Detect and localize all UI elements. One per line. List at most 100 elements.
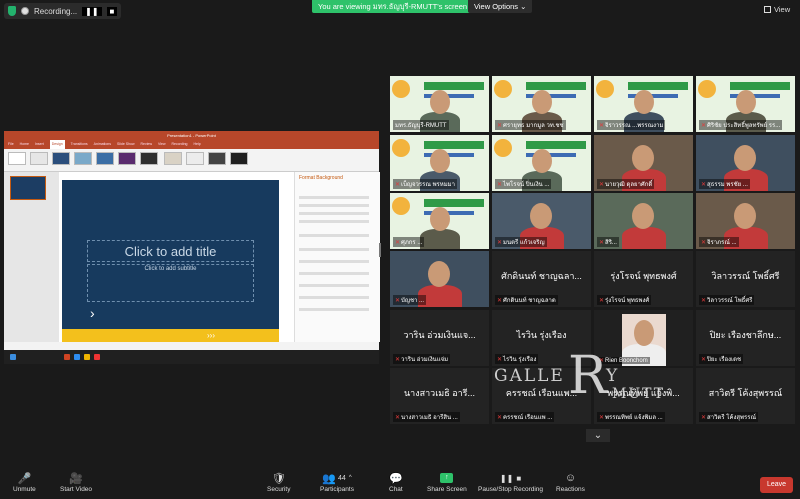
participant-name: ✕มนตรี แก้วเจริญ (495, 237, 547, 247)
security-button[interactable]: 🛡 Security (267, 470, 290, 494)
stop-recording-icon[interactable]: ■ (106, 6, 118, 16)
splitter-handle[interactable] (379, 243, 381, 257)
participant-tile[interactable]: ✕เบ็ญจวรรณ พรหมมา (390, 135, 489, 191)
theme-thumb[interactable] (74, 152, 92, 165)
participant-tile[interactable]: มทร.ธัญบุรี-RMUTT (390, 76, 489, 132)
participant-name: ✕นายวุฒิ ดุลยาศักดิ์ (597, 179, 655, 189)
participant-name-label: จิราภรณ์ ... (707, 240, 737, 246)
variant-thumb[interactable] (208, 152, 226, 165)
muted-mic-icon: ✕ (497, 240, 503, 246)
participant-display-name: วาริน อ่วมเงินแจ... (403, 330, 476, 340)
reactions-button[interactable]: ☺ Reactions (556, 470, 585, 493)
participant-tile[interactable]: ✕ศิริชัย ประสิทธิ์พูลทรัพย์ รร... (696, 76, 795, 132)
participant-tile[interactable]: ✕ศุภกร ... (390, 193, 489, 249)
participant-tile[interactable]: ปิยะ เรืองชาลึกษ... ✕ปิยะ เรืองเดช (696, 310, 795, 366)
participant-tile[interactable]: ✕สุธรรม พรชัย ... (696, 135, 795, 191)
participant-display-name: สาวิตรี โค้งสุพรรณ์ (708, 388, 783, 398)
ppt-tab[interactable]: Slide Show (117, 140, 135, 149)
powerpoint-icon[interactable] (64, 354, 70, 360)
participant-display-name: วิลาวรรณ์ โพธิ์ศรี (711, 271, 780, 281)
participant-name: ✕ปิยะ เรืองเดช (699, 354, 744, 364)
participant-tile[interactable]: สาวิตรี โค้งสุพรรณ์ ✕สาวิตรี โค้งสุพรรณ์ (696, 368, 795, 424)
slide-canvas[interactable]: Click to add title Click to add subtitle… (62, 180, 279, 342)
participant-tile[interactable]: ✕สิริ... (594, 193, 693, 249)
slide-subtitle-placeholder[interactable]: Click to add subtitle (87, 264, 254, 302)
participant-tile[interactable]: ศักดินนท์ ชาญฉลา... ✕ศักดินนท์ ชาญฉลาด (492, 251, 591, 307)
ppt-tab[interactable]: Transitions (71, 140, 88, 149)
participant-display-name: ศักดินนท์ ชาญฉลา... (501, 271, 582, 281)
participant-name-label: มนตรี แก้วเจริญ (503, 240, 545, 246)
windows-icon[interactable] (10, 354, 16, 360)
ppt-tab[interactable]: Animations (94, 140, 111, 149)
ppt-tab[interactable]: Review (141, 140, 152, 149)
participant-name: ✕วาริน อ่วมเงินแจ่ม (393, 354, 451, 364)
shield-icon: 🛡 (271, 472, 286, 485)
slide-title-placeholder[interactable]: Click to add title (87, 240, 254, 262)
participant-name-label: ศิริชัย ประสิทธิ์พูลทรัพย์ รร... (707, 123, 781, 129)
ppt-tab[interactable]: Recording (172, 140, 188, 149)
view-options-button[interactable]: View Options ⌄ (468, 0, 533, 13)
theme-thumb[interactable] (140, 152, 158, 165)
muted-mic-icon: ✕ (701, 298, 707, 304)
unmute-button[interactable]: 🎤 Unmute (13, 470, 36, 494)
start-video-button[interactable]: 🎥 Start Video (60, 470, 92, 494)
ppt-ribbon (4, 149, 379, 172)
app-icon[interactable] (94, 354, 100, 360)
theme-thumb[interactable] (96, 152, 114, 165)
view-button[interactable]: View (764, 5, 790, 14)
pause-stop-recording-button[interactable]: ❚❚ ■ Pause/Stop Recording (478, 470, 543, 494)
theme-thumb[interactable] (118, 152, 136, 165)
arrows-icon: ››› (207, 331, 215, 340)
windows-taskbar (4, 350, 379, 364)
muted-mic-icon: ✕ (701, 182, 707, 188)
ppt-tab[interactable]: File (8, 140, 14, 149)
chat-button[interactable]: 💬 Chat (389, 470, 403, 494)
participant-name-label: วิลาวรรณ์ โพธิ์ศรี (707, 298, 753, 304)
variant-thumb[interactable] (164, 152, 182, 165)
participant-tile[interactable]: วาริน อ่วมเงินแจ... ✕วาริน อ่วมเงินแจ่ม (390, 310, 489, 366)
ppt-tab[interactable]: View (158, 140, 166, 149)
muted-mic-icon: ✕ (701, 240, 707, 246)
pause-recording-icon[interactable]: ❚❚ (82, 6, 102, 16)
slide-thumbnails-pane (4, 172, 59, 342)
recording-icon (21, 7, 29, 15)
folder-icon[interactable] (84, 354, 90, 360)
participants-button[interactable]: 👥 44 ^ Participants (320, 470, 354, 494)
more-participants-button[interactable]: ⌄ (586, 429, 610, 442)
participant-name: ✕สิริ... (597, 237, 619, 247)
theme-thumb[interactable] (52, 152, 70, 165)
zoom-icon[interactable] (74, 354, 80, 360)
microphone-muted-icon: 🎤 (17, 472, 32, 485)
slide-thumbnail[interactable] (10, 176, 46, 200)
participant-name: ✕เบ็ญจวรรณ พรหมมา (393, 179, 457, 189)
participant-tile[interactable]: ✕ไพโรจน์ ปิ่นเงิน ... (492, 135, 591, 191)
participant-tile[interactable]: วิลาวรรณ์ โพธิ์ศรี ✕วิลาวรรณ์ โพธิ์ศรี (696, 251, 795, 307)
view-options-label: View Options (474, 2, 519, 11)
ppt-tab[interactable]: Insert (35, 140, 44, 149)
shared-screen[interactable]: Presentation1 - PowerPoint File Home Ins… (4, 131, 380, 364)
participant-tile[interactable]: ✕มนตรี แก้วเจริญ (492, 193, 591, 249)
leave-button[interactable]: Leave (760, 477, 793, 493)
ppt-tab[interactable]: Home (20, 140, 29, 149)
participant-name: ✕ศรายุทธ มากมูล วท.ชช (495, 120, 566, 130)
ppt-tab[interactable]: Help (193, 140, 200, 149)
participant-tile[interactable]: รุ่งโรจน์ พุทธพงศ์ ✕รุ่งโรจน์ พุทธพงศ์ (594, 251, 693, 307)
participant-tile[interactable]: ✕จิราวรรณ ...พรรณงาม (594, 76, 693, 132)
participant-tile[interactable]: ✕บัญชา ... (390, 251, 489, 307)
smile-icon: ☺ (564, 472, 577, 484)
recording-indicator[interactable]: Recording... ❚❚ ■ (4, 3, 122, 19)
participant-name-label: นายวุฒิ ดุลยาศักดิ์ (605, 182, 653, 188)
share-screen-button[interactable]: ↑ Share Screen (427, 470, 467, 493)
theme-thumb[interactable] (30, 152, 48, 165)
participant-tile[interactable]: ✕ศรายุทธ มากมูล วท.ชช (492, 76, 591, 132)
variant-thumb[interactable] (230, 152, 248, 165)
variant-thumb[interactable] (186, 152, 204, 165)
participant-tile[interactable]: นางสาวเมธิ อารี... ✕นางสาวเมธิ อารีสิน ..… (390, 368, 489, 424)
participant-tile[interactable]: ✕นายวุฒิ ดุลยาศักดิ์ (594, 135, 693, 191)
theme-thumb[interactable] (8, 152, 26, 165)
ppt-tab[interactable]: Design (49, 140, 65, 149)
participant-name: ✕ศักดินนท์ ชาญฉลาด (495, 295, 558, 305)
participant-tile[interactable]: ✕จิราภรณ์ ... (696, 193, 795, 249)
caret-up-icon[interactable]: ^ (349, 475, 352, 481)
share-screen-icon: ↑ (440, 473, 454, 483)
